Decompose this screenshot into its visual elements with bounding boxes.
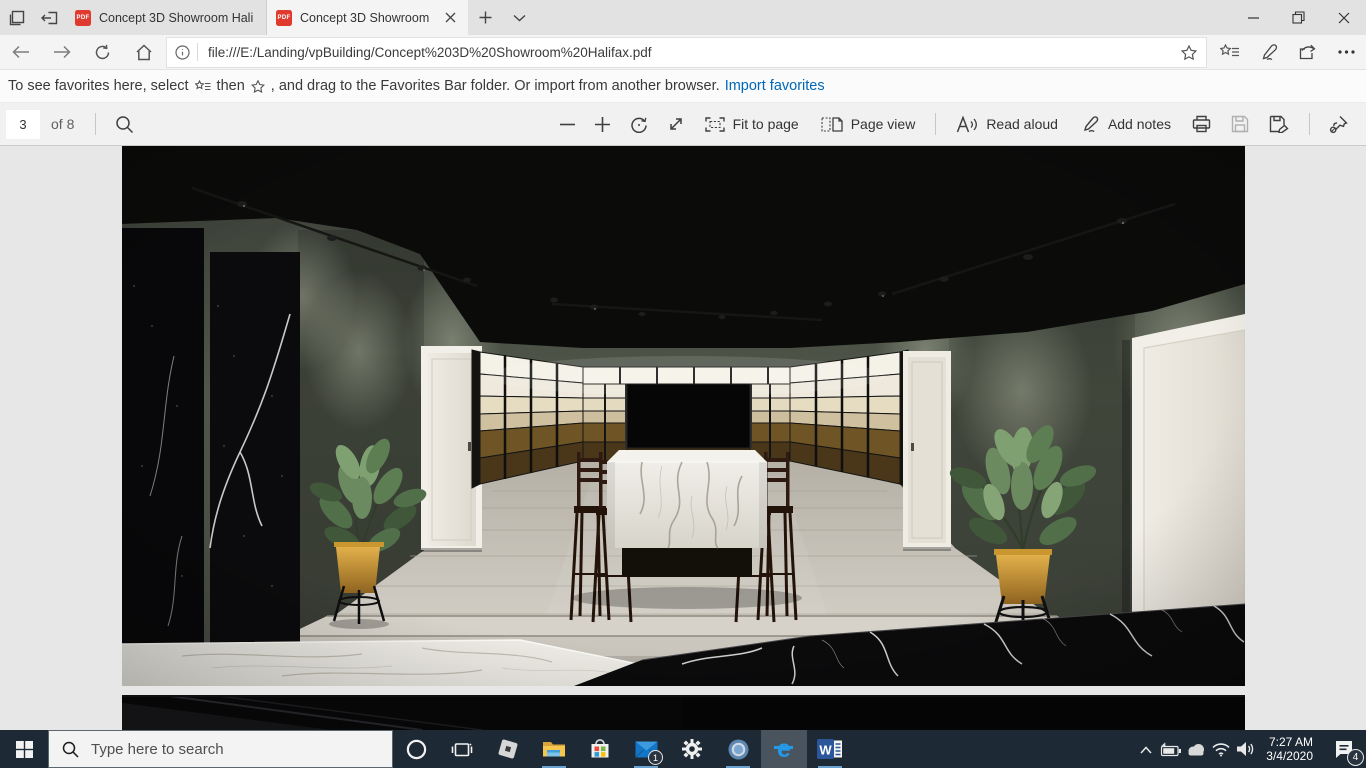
- system-tray: 7:27 AM 3/4/2020 4: [1133, 730, 1366, 768]
- mail-badge: 1: [648, 750, 663, 765]
- fit-to-page-button[interactable]: Fit to page: [694, 103, 810, 145]
- star-inline-icon: [250, 79, 265, 93]
- back-button[interactable]: [0, 35, 41, 69]
- clock-date: 3/4/2020: [1266, 749, 1313, 763]
- taskbar-app-roblox-icon[interactable]: [485, 730, 531, 768]
- nav-right-buttons: [1210, 35, 1366, 69]
- pdf-content-area[interactable]: [0, 146, 1366, 730]
- taskbar-search-box[interactable]: [48, 730, 393, 768]
- window-controls: [1231, 0, 1366, 35]
- divider: [95, 113, 97, 135]
- read-aloud-label: Read aloud: [986, 116, 1058, 132]
- rotate-icon[interactable]: [620, 103, 658, 145]
- tab-close-icon[interactable]: [441, 9, 459, 27]
- pdf-file-icon: PDF: [75, 9, 91, 26]
- page-view-button[interactable]: Page view: [810, 103, 927, 145]
- favbar-text-1: To see favorites here, select: [8, 78, 189, 94]
- browser-nav-bar: [0, 35, 1366, 70]
- start-button[interactable]: [0, 730, 48, 768]
- url-field[interactable]: [206, 43, 1174, 61]
- pdf-toolbar: of 8 Fit to page Page view Read aloud Ad…: [0, 103, 1366, 146]
- forward-button[interactable]: [41, 35, 82, 69]
- home-button[interactable]: [123, 35, 164, 69]
- tab-title: Concept 3D Showroom: [300, 10, 430, 25]
- restore-button[interactable]: [1276, 0, 1321, 35]
- page-view-label: Page view: [850, 116, 916, 132]
- favbar-text-2: then: [216, 78, 245, 94]
- action-center-badge: 4: [1347, 749, 1364, 766]
- windows-taskbar: 1 e W 7:27 AM 3/4/2020 4: [0, 730, 1366, 768]
- new-tab-button[interactable]: [468, 0, 502, 35]
- print-icon[interactable]: [1182, 103, 1221, 145]
- taskbar-clock[interactable]: 7:27 AM 3/4/2020: [1266, 735, 1313, 763]
- page-number-input[interactable]: [6, 109, 40, 139]
- volume-icon[interactable]: [1233, 730, 1258, 768]
- wifi-icon[interactable]: [1208, 730, 1233, 768]
- add-favorite-star-icon[interactable]: [1174, 39, 1204, 66]
- browser-tab-bar: PDF Concept 3D Showroom Hali PDF Concept…: [0, 0, 1366, 35]
- minimize-button[interactable]: [1231, 0, 1276, 35]
- close-button[interactable]: [1321, 0, 1366, 35]
- address-bar[interactable]: [166, 36, 1207, 68]
- zoom-in-icon[interactable]: [585, 103, 620, 145]
- battery-icon[interactable]: [1158, 730, 1183, 768]
- tab-preview-chevron-icon[interactable]: [502, 0, 536, 35]
- taskbar-app-mail-icon[interactable]: 1: [623, 730, 669, 768]
- tab-concept-3d-showroom-1[interactable]: PDF Concept 3D Showroom Hali: [66, 0, 267, 35]
- tabs-set-aside-panel-icon[interactable]: [0, 0, 33, 35]
- zoom-out-icon[interactable]: [550, 103, 585, 145]
- pdf-page-4-edge: [122, 695, 1245, 730]
- set-tabs-aside-icon[interactable]: [33, 0, 66, 35]
- share-icon[interactable]: [1288, 35, 1327, 69]
- action-center-icon[interactable]: 4: [1322, 730, 1366, 768]
- cortana-button[interactable]: [393, 730, 439, 768]
- favorites-hub-icon[interactable]: [1210, 35, 1249, 69]
- web-note-pen-icon[interactable]: [1249, 35, 1288, 69]
- settings-more-icon[interactable]: [1327, 35, 1366, 69]
- divider: [1309, 113, 1310, 135]
- fit-to-page-label: Fit to page: [732, 116, 799, 132]
- favorites-hub-inline-icon: [194, 79, 211, 93]
- address-divider: [197, 43, 198, 61]
- taskbar-app-chromium-icon[interactable]: [715, 730, 761, 768]
- showroom-render: [122, 146, 1245, 686]
- refresh-button[interactable]: [82, 35, 123, 69]
- taskbar-search-input[interactable]: [89, 739, 333, 759]
- favorites-bar-message: To see favorites here, select then , and…: [0, 70, 1366, 103]
- favbar-text-3: , and drag to the Favorites Bar folder. …: [270, 78, 720, 94]
- save-as-icon[interactable]: [1259, 103, 1300, 145]
- taskbar-app-file-explorer-icon[interactable]: [531, 730, 577, 768]
- import-favorites-link[interactable]: Import favorites: [725, 78, 825, 94]
- info-icon[interactable]: [175, 44, 190, 60]
- fullscreen-icon[interactable]: [658, 103, 694, 145]
- clock-time: 7:27 AM: [1268, 735, 1313, 749]
- page-count-label: of 8: [51, 116, 75, 132]
- taskbar-app-settings-icon[interactable]: [669, 730, 715, 768]
- taskbar-app-edge-icon[interactable]: e: [761, 730, 807, 768]
- find-in-document-icon[interactable]: [105, 103, 144, 145]
- add-notes-label: Add notes: [1107, 116, 1171, 132]
- save-icon[interactable]: [1221, 103, 1259, 145]
- svg-text:W: W: [819, 743, 832, 758]
- taskbar-app-word-icon[interactable]: W: [807, 730, 853, 768]
- add-notes-button[interactable]: Add notes: [1069, 103, 1182, 145]
- onedrive-cloud-icon[interactable]: [1183, 730, 1208, 768]
- search-icon: [62, 741, 79, 758]
- task-view-button[interactable]: [439, 730, 485, 768]
- pin-toolbar-icon[interactable]: [1319, 103, 1358, 145]
- tab-concept-3d-showroom-2[interactable]: PDF Concept 3D Showroom: [267, 0, 468, 35]
- pdf-page-3: [122, 146, 1245, 686]
- vignette: [122, 146, 1245, 686]
- tab-title: Concept 3D Showroom Hali: [99, 10, 254, 25]
- tray-show-hidden-icons-chevron[interactable]: [1133, 730, 1158, 768]
- divider: [935, 113, 937, 135]
- taskbar-app-store-icon[interactable]: [577, 730, 623, 768]
- read-aloud-button[interactable]: Read aloud: [945, 103, 1069, 145]
- pdf-file-icon: PDF: [276, 9, 292, 26]
